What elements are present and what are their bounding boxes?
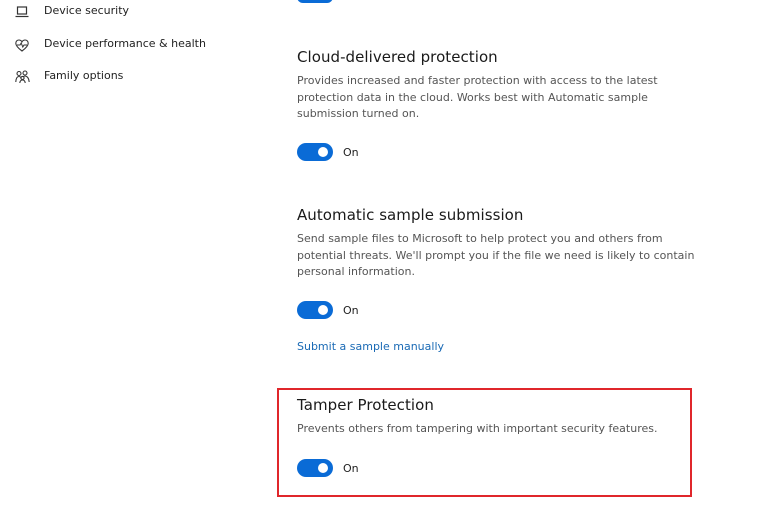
cloud-protection-section: Cloud-delivered protection Provides incr… [297, 48, 697, 123]
submit-sample-link[interactable]: Submit a sample manually [297, 340, 444, 353]
section-description: Send sample files to Microsoft to help p… [297, 232, 695, 278]
toggle-state-label: On [343, 145, 359, 159]
cloud-protection-toggle[interactable]: On [297, 143, 359, 161]
section-title: Tamper Protection [297, 396, 434, 414]
sidebar-item-device-security[interactable]: Device security [0, 0, 240, 24]
section-title: Cloud-delivered protection [297, 48, 498, 66]
toggle-switch[interactable] [297, 301, 333, 319]
laptop-icon [14, 4, 30, 20]
sidebar-item-family-options[interactable]: Family options [0, 65, 240, 89]
sample-submission-toggle[interactable]: On [297, 301, 359, 319]
toggle-knob [318, 463, 328, 473]
toggle-knob [318, 147, 328, 157]
toggle-switch[interactable] [297, 143, 333, 161]
sidebar-item-label: Family options [44, 69, 124, 82]
toggle-state-label: On [343, 461, 359, 475]
sidebar-item-device-performance[interactable]: Device performance & health [0, 33, 240, 57]
toggle-knob [318, 305, 328, 315]
toggle-state-label: On [343, 303, 359, 317]
section-title: Automatic sample submission [297, 206, 524, 224]
sidebar-item-label: Device security [44, 4, 130, 17]
section-description: Provides increased and faster protection… [297, 74, 658, 120]
toggle-switch[interactable] [297, 459, 333, 477]
previous-setting-toggle[interactable] [297, 0, 333, 3]
sidebar: Device security Device performance & hea… [0, 0, 260, 516]
tamper-protection-toggle[interactable]: On [297, 459, 359, 477]
heart-pulse-icon [14, 37, 30, 53]
section-description: Prevents others from tampering with impo… [297, 422, 658, 435]
tamper-protection-section: Tamper Protection Prevents others from t… [297, 396, 697, 438]
security-settings-page: Device security Device performance & hea… [0, 0, 768, 516]
sample-submission-section: Automatic sample submission Send sample … [297, 206, 697, 281]
sidebar-item-label: Device performance & health [44, 37, 206, 50]
family-icon [14, 69, 30, 85]
